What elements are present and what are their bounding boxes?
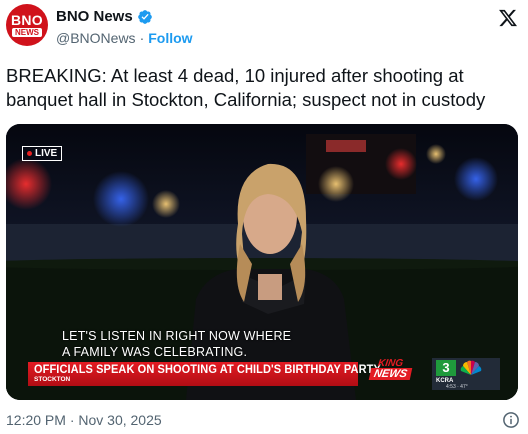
- live-dot-icon: [27, 151, 32, 156]
- station-time-temp: 4:53 · 47°: [446, 384, 468, 390]
- station-number: 3: [436, 360, 456, 376]
- x-logo-icon[interactable]: [498, 8, 518, 28]
- separator-dot: ·: [139, 30, 145, 46]
- live-badge: LIVE: [22, 146, 63, 161]
- king-news-logo: KING NEWS: [356, 358, 426, 390]
- closed-caption: LET'S LISTEN IN RIGHT NOW WHERE A FAMILY…: [62, 329, 292, 359]
- user-handle[interactable]: @BNONews: [56, 30, 136, 46]
- news-location: STOCKTON: [34, 376, 71, 383]
- news-lower-third: OFFICIALS SPEAK ON SHOOTING AT CHILD'S B…: [28, 362, 381, 386]
- station-bug: 3 KCRA 4:53 · 47°: [432, 358, 500, 390]
- brand-bottom: NEWS: [368, 368, 413, 380]
- live-label: LIVE: [35, 148, 58, 159]
- info-icon[interactable]: [502, 411, 520, 429]
- tweet-timestamp[interactable]: 12:20 PM · Nov 30, 2025: [6, 412, 162, 428]
- tweet-media-video[interactable]: LIVE LET'S LISTEN IN RIGHT NOW WHERE A F…: [6, 124, 518, 400]
- name-row: BNO News: [56, 8, 153, 25]
- verified-badge-icon: [137, 9, 152, 24]
- display-name[interactable]: BNO News: [56, 8, 133, 25]
- news-headline: OFFICIALS SPEAK ON SHOOTING AT CHILD'S B…: [34, 363, 381, 377]
- avatar-text-bottom: NEWS: [12, 28, 42, 37]
- avatar[interactable]: BNO NEWS: [6, 4, 48, 46]
- follow-button[interactable]: Follow: [148, 30, 192, 46]
- tweet-text: BREAKING: At least 4 dead, 10 injured af…: [6, 65, 486, 110]
- handle-row: @BNONews · Follow: [56, 30, 193, 46]
- peacock-icon: [460, 360, 482, 375]
- tweet-header: BNO NEWS BNO News @BNONews · Follow: [6, 4, 522, 50]
- avatar-text-top: BNO: [10, 12, 43, 28]
